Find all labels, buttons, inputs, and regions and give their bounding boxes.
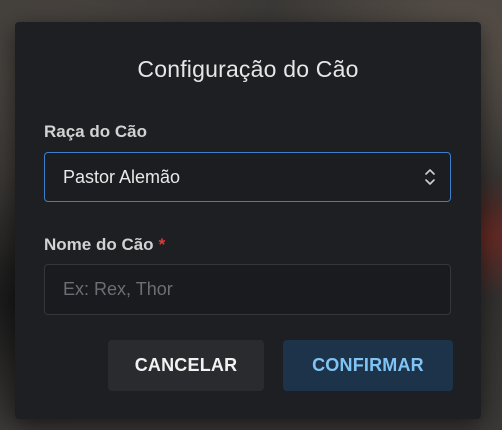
breed-label-text: Raça do Cão [44,122,147,141]
required-asterisk: * [158,235,166,254]
breed-select-value: Pastor Alemão [63,167,181,187]
confirm-button[interactable]: CONFIRMAR [283,340,453,391]
dog-config-dialog: Configuração do Cão Raça do Cão Pastor A… [15,22,481,419]
cancel-button[interactable]: CANCELAR [108,340,264,391]
breed-select[interactable]: Pastor Alemão [44,152,451,202]
dog-name-input[interactable] [44,264,451,315]
name-label: Nome do Cão * [44,235,165,255]
breed-label: Raça do Cão [44,122,147,142]
name-label-text: Nome do Cão [44,235,154,254]
dialog-title: Configuração do Cão [137,56,359,82]
chevron-updown-icon [425,169,435,185]
